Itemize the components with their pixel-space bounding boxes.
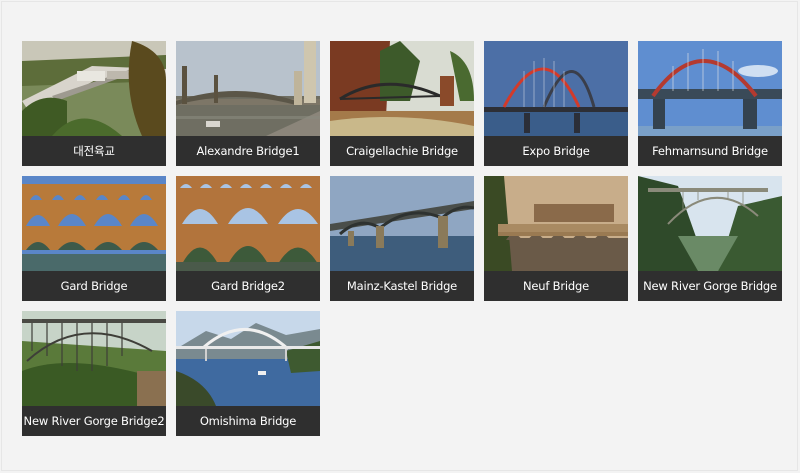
thumbnail-image — [176, 176, 320, 271]
thumbnail-image — [484, 176, 628, 271]
thumbnail-image — [330, 176, 474, 271]
item-caption: Gard Bridge — [60, 279, 128, 293]
gallery-item-daejeon-overpass[interactable]: 대전육교 — [22, 41, 166, 166]
gallery-item-new-river-gorge-bridge2[interactable]: New River Gorge Bridge2 — [22, 311, 166, 436]
gallery-item-gard-bridge2[interactable]: Gard Bridge2 — [176, 176, 320, 301]
gallery-frame: 대전육교 Alexandre Bridge1 Craigellachie Bri… — [1, 1, 798, 471]
gallery-item-mainz-kastel-bridge[interactable]: Mainz-Kastel Bridge — [330, 176, 474, 301]
gallery-item-fehmarnsund-bridge[interactable]: Fehmarnsund Bridge — [638, 41, 782, 166]
item-caption: Omishima Bridge — [199, 414, 297, 428]
thumbnail-image — [22, 176, 166, 271]
thumbnail-image — [638, 41, 782, 136]
bridge-photo-icon — [638, 176, 782, 271]
bridge-photo-icon — [330, 176, 474, 271]
bridge-photo-icon — [176, 41, 320, 136]
thumbnail-image — [176, 311, 320, 406]
gallery-item-alexandre-bridge1[interactable]: Alexandre Bridge1 — [176, 41, 320, 166]
bridge-photo-icon — [638, 41, 782, 136]
gallery-item-expo-bridge[interactable]: Expo Bridge — [484, 41, 628, 166]
gallery-item-craigellachie-bridge[interactable]: Craigellachie Bridge — [330, 41, 474, 166]
bridge-photo-icon — [330, 41, 474, 136]
item-caption: Fehmarnsund Bridge — [652, 144, 768, 158]
item-caption: New River Gorge Bridge — [643, 279, 777, 293]
item-caption: Neuf Bridge — [523, 279, 589, 293]
gallery-item-neuf-bridge[interactable]: Neuf Bridge — [484, 176, 628, 301]
bridge-photo-icon — [22, 311, 166, 406]
bridge-photo-icon — [22, 176, 166, 271]
thumbnail-image — [176, 41, 320, 136]
item-caption: Mainz-Kastel Bridge — [346, 279, 458, 293]
thumbnail-image — [22, 41, 166, 136]
bridge-photo-icon — [22, 41, 166, 136]
thumbnail-image — [330, 41, 474, 136]
bridge-photo-icon — [484, 41, 628, 136]
item-caption: Expo Bridge — [522, 144, 590, 158]
item-caption: Gard Bridge2 — [211, 279, 285, 293]
item-caption: Craigellachie Bridge — [346, 144, 458, 158]
item-caption: Alexandre Bridge1 — [196, 144, 300, 158]
item-caption: 대전육교 — [73, 144, 115, 158]
gallery-item-omishima-bridge[interactable]: Omishima Bridge — [176, 311, 320, 436]
thumbnail-image — [22, 311, 166, 406]
bridge-photo-icon — [484, 176, 628, 271]
gallery-item-new-river-gorge-bridge[interactable]: New River Gorge Bridge — [638, 176, 782, 301]
thumbnail-image — [484, 41, 628, 136]
gallery-item-gard-bridge[interactable]: Gard Bridge — [22, 176, 166, 301]
thumbnail-image — [638, 176, 782, 271]
bridge-photo-icon — [176, 176, 320, 271]
item-caption: New River Gorge Bridge2 — [23, 414, 165, 428]
bridge-photo-icon — [176, 311, 320, 406]
